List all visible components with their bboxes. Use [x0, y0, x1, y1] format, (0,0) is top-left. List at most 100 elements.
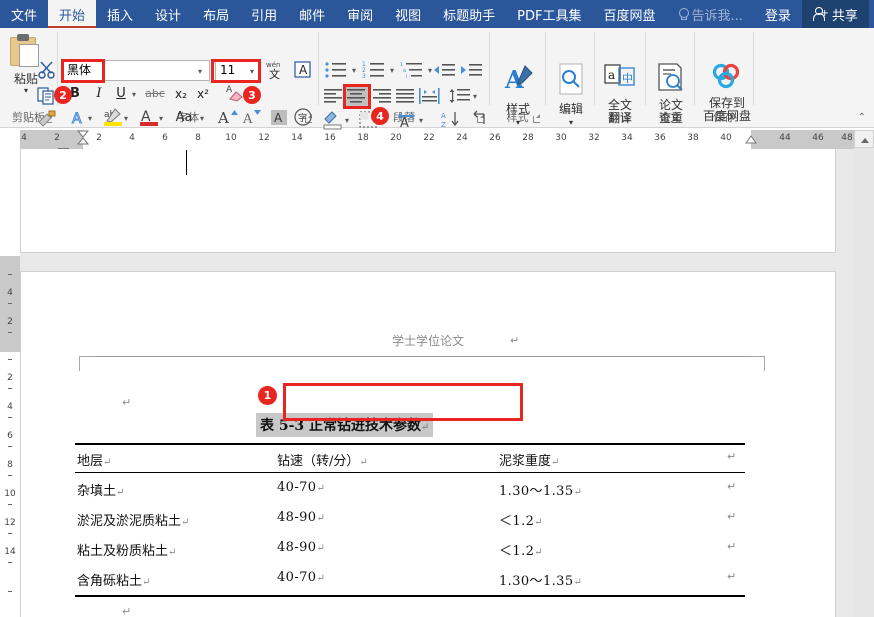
- ruler-tick: 36: [654, 133, 666, 143]
- underline-button[interactable]: U: [114, 84, 128, 104]
- sign-in-button[interactable]: 登录: [754, 0, 802, 28]
- empty-paragraph-mark: ↵: [122, 396, 132, 409]
- line-spacing-icon[interactable]: [448, 86, 472, 108]
- first-line-indent-marker[interactable]: [76, 130, 90, 149]
- font-color-icon[interactable]: A: [138, 106, 160, 128]
- align-left-button[interactable]: [322, 86, 346, 108]
- tab-design[interactable]: 设计: [144, 0, 192, 28]
- align-center-button[interactable]: [345, 86, 369, 108]
- table-cell[interactable]: 淤泥及淤泥质粘土↵: [77, 510, 189, 529]
- table-cell[interactable]: 粘土及粉质粘土↵: [77, 540, 176, 559]
- tab-view[interactable]: 视图: [384, 0, 432, 28]
- vertical-ruler[interactable]: 4 2 2 4 6 8 10 12 14: [0, 130, 20, 617]
- tab-layout[interactable]: 布局: [192, 0, 240, 28]
- document-page-current[interactable]: 学士学位论文 ↵ ↵ 表 5-3 正常钻进技术参数↵ 地层↵ 钻速（转/分）↵ …: [20, 271, 836, 617]
- bullets-chevron-icon[interactable]: ▾: [352, 66, 356, 75]
- table-cell[interactable]: 含角砾粘土↵: [77, 570, 150, 589]
- highlight-chevron-icon[interactable]: ▾: [124, 114, 128, 123]
- text-highlight-chevron-icon[interactable]: ▾: [88, 114, 92, 123]
- tab-mailings[interactable]: 邮件: [288, 0, 336, 28]
- table-cell[interactable]: 杂填土↵: [77, 480, 124, 499]
- scroll-up-button[interactable]: [854, 130, 874, 148]
- table-header-cell[interactable]: 泥浆重度↵: [499, 450, 559, 469]
- font-name-box[interactable]: 黑体: [62, 60, 210, 81]
- strikethrough-button[interactable]: abc: [143, 84, 167, 104]
- styles-chevron-icon[interactable]: ▾: [492, 116, 544, 129]
- horizontal-ruler[interactable]: 4 2 2 4 6 8 10 12 14 16 18 20 22 24 26 2…: [20, 130, 854, 149]
- cut-icon[interactable]: [36, 59, 58, 81]
- table-cell[interactable]: 48-90↵: [277, 510, 325, 525]
- tell-me-box[interactable]: 告诉我...: [667, 0, 754, 28]
- tab-baidu-netdisk[interactable]: 百度网盘: [592, 0, 666, 28]
- asian-layout-icon[interactable]: A: [396, 110, 418, 132]
- editing-chevron-icon[interactable]: ▾: [548, 116, 594, 129]
- font-color-chevron-icon[interactable]: ▾: [159, 114, 163, 123]
- full-text-translate-button[interactable]: a 中 全文 翻译: [597, 60, 643, 125]
- tab-pdf-tools[interactable]: PDF工具集: [506, 0, 592, 28]
- table-cell[interactable]: 1.30～1.35↵: [499, 570, 582, 589]
- increase-indent-icon[interactable]: [459, 60, 483, 82]
- table-header-cell[interactable]: 钻速（转/分）↵: [277, 450, 368, 469]
- font-size-chevron-icon[interactable]: ▾: [250, 67, 254, 76]
- shading-chevron-icon[interactable]: ▾: [345, 116, 349, 125]
- change-case-chevron-icon[interactable]: ▾: [200, 114, 204, 123]
- superscript-button[interactable]: x²: [194, 84, 212, 104]
- tab-references[interactable]: 引用: [240, 0, 288, 28]
- line-spacing-chevron-icon[interactable]: ▾: [473, 92, 477, 101]
- decrease-indent-icon[interactable]: [432, 60, 456, 82]
- underline-chevron-icon[interactable]: ▾: [132, 90, 136, 99]
- table-caption[interactable]: 表 5-3 正常钻进技术参数↵: [256, 413, 434, 437]
- ruler-tick: 2: [54, 133, 60, 143]
- multilevel-list-icon[interactable]: 1 a i: [400, 60, 426, 82]
- phonetic-guide-icon[interactable]: wén 文: [264, 59, 288, 81]
- text-highlight-color-icon[interactable]: A: [68, 108, 90, 130]
- save-to-netdisk-button[interactable]: 保存到 百度网盘: [697, 60, 757, 123]
- share-button[interactable]: + 共享: [801, 0, 869, 28]
- tab-title-assistant[interactable]: 标题助手: [432, 0, 506, 28]
- editing-button[interactable]: 编辑 ▾: [548, 60, 594, 129]
- vertical-scrollbar[interactable]: [854, 130, 874, 617]
- align-right-button[interactable]: [371, 86, 395, 108]
- document-page-previous[interactable]: [20, 149, 836, 253]
- show-formatting-marks-icon[interactable]: [468, 110, 490, 132]
- tab-file[interactable]: 文件: [0, 0, 48, 28]
- superscript-label: x²: [197, 87, 209, 101]
- grow-font-icon[interactable]: A: [216, 106, 238, 128]
- table-header-cell[interactable]: 地层↵: [77, 450, 111, 469]
- highlight-pen-icon[interactable]: ab: [102, 106, 124, 128]
- asian-layout-chevron-icon[interactable]: ▾: [419, 116, 423, 125]
- subscript-button[interactable]: x₂: [172, 84, 190, 104]
- distribute-button[interactable]: [418, 86, 442, 108]
- table-cell[interactable]: ＜1.2↵: [499, 540, 543, 559]
- collapse-ribbon-icon[interactable]: ⌃: [858, 112, 866, 123]
- character-shading-icon[interactable]: A: [268, 106, 290, 128]
- enclose-characters-icon[interactable]: 字: [292, 106, 314, 128]
- table-cell[interactable]: 48-90↵: [277, 540, 325, 555]
- change-case-button[interactable]: Aa: [170, 108, 198, 128]
- tab-home[interactable]: 开始: [48, 0, 97, 28]
- font-name-chevron-icon[interactable]: ▾: [198, 67, 202, 76]
- tab-review[interactable]: 审阅: [336, 0, 384, 28]
- numbering-chevron-icon[interactable]: ▾: [390, 66, 394, 75]
- ruler-tick: 8: [195, 133, 201, 143]
- share-label: 共享: [831, 8, 858, 24]
- shading-icon[interactable]: [322, 110, 344, 132]
- ruler-tick: 26: [489, 133, 501, 143]
- styles-button[interactable]: A 样式 ▾: [492, 60, 544, 129]
- document-canvas[interactable]: 学士学位论文 ↵ ↵ 表 5-3 正常钻进技术参数↵ 地层↵ 钻速（转/分）↵ …: [20, 149, 854, 617]
- table-cell[interactable]: 1.30～1.35↵: [499, 480, 582, 499]
- thesis-check-button[interactable]: 论文 查重: [648, 60, 694, 125]
- table-cell[interactable]: ＜1.2↵: [499, 510, 543, 529]
- tab-insert[interactable]: 插入: [96, 0, 144, 28]
- bullets-icon[interactable]: [324, 60, 350, 82]
- justify-button[interactable]: [394, 86, 418, 108]
- table-cell[interactable]: 40-70↵: [277, 570, 325, 585]
- table-cell[interactable]: 40-70↵: [277, 480, 325, 495]
- shrink-font-icon[interactable]: A: [240, 106, 262, 128]
- sort-icon[interactable]: A Z: [440, 110, 462, 132]
- numbering-icon[interactable]: 1 2 3: [362, 60, 388, 82]
- character-border-icon[interactable]: A: [291, 59, 313, 81]
- right-indent-marker[interactable]: [744, 130, 758, 149]
- italic-button[interactable]: I: [92, 84, 106, 104]
- format-painter-icon[interactable]: [36, 108, 58, 130]
